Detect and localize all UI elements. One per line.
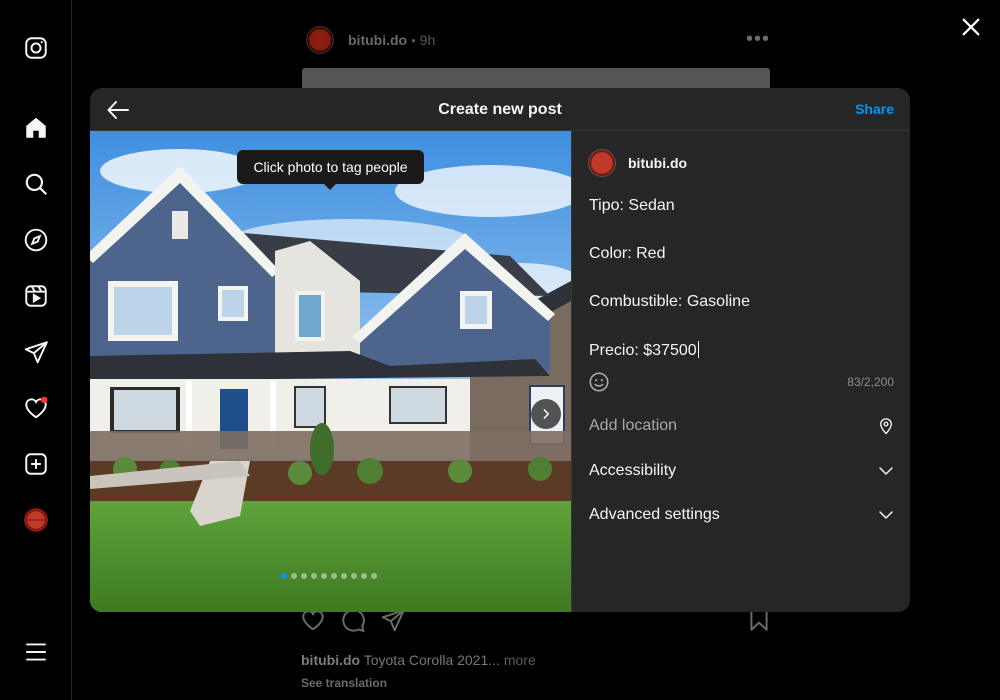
feed-caption-user[interactable]: bitubi.do — [301, 652, 360, 668]
carousel-dot — [291, 573, 297, 579]
feed-caption: bitubi.do Toyota Corolla 2021... more — [301, 652, 536, 668]
post-photo[interactable]: Click photo to tag people — [90, 131, 571, 612]
next-photo-button[interactable] — [531, 399, 561, 429]
accessibility-label: Accessibility — [589, 462, 677, 479]
caption-line: Tipo: Sedan — [589, 197, 675, 214]
caption-textarea[interactable]: Tipo: Sedan Color: Red Combustible: Gaso… — [589, 197, 899, 389]
feed-time: 9h — [419, 32, 436, 48]
carousel-dot — [321, 573, 327, 579]
instagram-icon[interactable] — [22, 34, 50, 62]
accessibility-toggle[interactable]: Accessibility — [572, 449, 910, 493]
author-name: bitubi.do — [628, 155, 688, 171]
chevron-down-icon — [879, 511, 893, 519]
avatar — [588, 149, 616, 177]
chevron-down-icon — [879, 467, 893, 475]
profile-avatar[interactable] — [22, 506, 50, 534]
location-pin-icon — [880, 418, 892, 435]
feed-post-header: bitubi.do • 9h ••• — [306, 26, 770, 54]
carousel-dot — [301, 573, 307, 579]
add-location-label: Add location — [589, 417, 678, 434]
carousel-dot — [351, 573, 357, 579]
messages-icon[interactable] — [22, 338, 50, 366]
create-icon[interactable] — [22, 450, 50, 478]
feed-username[interactable]: bitubi.do — [348, 32, 407, 48]
feed-separator: • — [411, 32, 416, 48]
close-icon[interactable] — [960, 16, 982, 38]
explore-icon[interactable] — [22, 226, 50, 254]
carousel-dot — [281, 573, 287, 579]
menu-icon[interactable] — [22, 638, 50, 666]
carousel-dot — [331, 573, 337, 579]
caption-line: Color: Red — [589, 245, 666, 262]
share-button[interactable]: Share — [855, 101, 894, 117]
add-location-input[interactable]: Add location — [572, 404, 910, 448]
left-nav-rail — [0, 0, 72, 700]
post-details-panel: bitubi.do Tipo: Sedan Color: Red Combust… — [571, 131, 910, 612]
carousel-dots — [281, 573, 377, 579]
notifications-icon[interactable] — [22, 394, 50, 422]
tag-people-tooltip: Click photo to tag people — [237, 150, 424, 190]
carousel-dot — [341, 573, 347, 579]
home-icon[interactable] — [22, 114, 50, 142]
carousel-dot — [311, 573, 317, 579]
carousel-dot — [371, 573, 377, 579]
chevron-right-icon — [543, 409, 550, 419]
house-photo — [90, 131, 571, 612]
advanced-settings-toggle[interactable]: Advanced settings — [572, 493, 910, 537]
feed-avatar[interactable] — [306, 26, 334, 54]
see-translation-link[interactable]: See translation — [301, 676, 387, 690]
feed-caption-more[interactable]: more — [504, 652, 536, 668]
emoji-icon[interactable] — [588, 371, 610, 393]
modal-title: Create new post — [438, 101, 562, 118]
caption-line-text: Precio: $37500 — [589, 342, 697, 359]
caption-line: Combustible: Gasoline — [589, 293, 750, 310]
advanced-settings-label: Advanced settings — [589, 506, 720, 523]
character-counter: 83/2,200 — [847, 375, 894, 389]
author-row: bitubi.do — [588, 149, 687, 177]
create-post-modal: Create new post Share Click photo to tag… — [90, 88, 910, 612]
feed-caption-text: Toyota Corolla 2021... — [363, 652, 500, 668]
more-options-icon[interactable]: ••• — [746, 28, 770, 51]
search-icon[interactable] — [22, 170, 50, 198]
reels-icon[interactable] — [22, 282, 50, 310]
modal-header: Create new post Share — [90, 88, 910, 131]
carousel-dot — [361, 573, 367, 579]
text-caret — [697, 341, 699, 358]
